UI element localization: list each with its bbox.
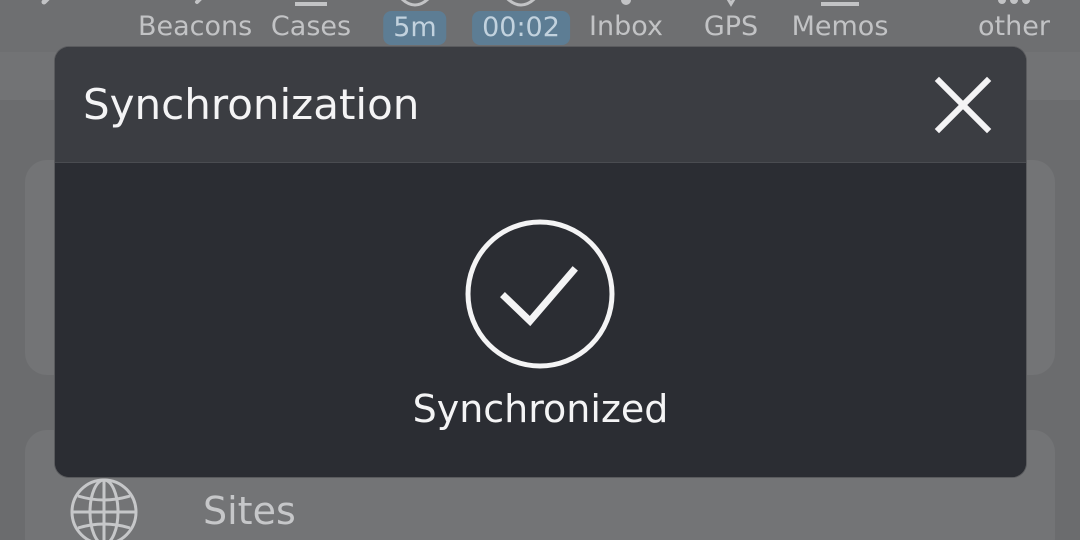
back-arrow-icon[interactable] [30, 0, 70, 18]
dialog-header: Synchronization [55, 47, 1026, 163]
app-screen: Beacons Cases 5m 00:02 Inbox GPS Memos o… [0, 0, 1080, 540]
clock-icon [506, 0, 536, 7]
toolbar-item-clock[interactable]: 00:02 [472, 0, 570, 52]
toolbar-label-beacons: Beacons [138, 11, 253, 42]
cases-icon [295, 2, 327, 6]
sites-label: Sites [203, 489, 296, 533]
synchronization-dialog: Synchronization Synchronized [55, 47, 1026, 477]
timer-icon [400, 0, 430, 7]
toolbar-item-gps[interactable]: GPS [700, 0, 762, 52]
close-icon [934, 76, 992, 134]
toolbar-label-inbox: Inbox [589, 11, 663, 42]
toolbar-item-memos[interactable]: Memos [788, 0, 892, 52]
toolbar-item-inbox[interactable]: Inbox [588, 0, 664, 52]
toolbar-label-memos: Memos [791, 11, 889, 42]
more-icon [998, 0, 1030, 4]
clock-badge: 00:02 [472, 11, 570, 45]
dialog-title: Synchronization [83, 80, 420, 129]
gps-icon [726, 0, 736, 7]
beacon-icon [195, 0, 202, 4]
sync-status-text: Synchronized [412, 387, 669, 431]
check-circle-icon [465, 219, 615, 369]
toolbar-item-cases[interactable]: Cases [270, 0, 352, 52]
toolbar-item-other[interactable]: other [978, 0, 1050, 52]
top-toolbar: Beacons Cases 5m 00:02 Inbox GPS Memos o… [0, 0, 1080, 52]
toolbar-label-gps: GPS [703, 11, 759, 42]
toolbar-label-other: other [978, 11, 1050, 42]
globe-icon [70, 478, 138, 540]
inbox-icon [621, 0, 631, 5]
timer-badge: 5m [383, 11, 447, 45]
toolbar-item-timer[interactable]: 5m [383, 0, 447, 52]
toolbar-label-cases: Cases [270, 11, 352, 42]
toolbar-item-beacons[interactable]: Beacons [138, 0, 252, 52]
memos-icon [821, 2, 859, 6]
dialog-body: Synchronized [55, 163, 1026, 477]
close-button[interactable] [925, 67, 1001, 143]
